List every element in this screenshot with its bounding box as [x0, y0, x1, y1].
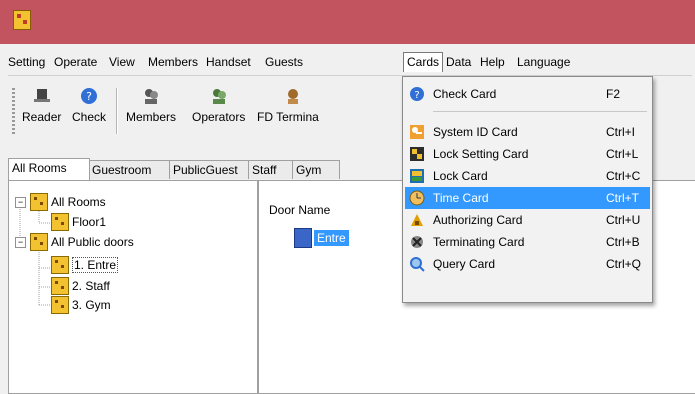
tab-guestroom[interactable]: Guestroom	[88, 160, 173, 179]
tree-node-all-rooms[interactable]: − All Rooms	[15, 193, 106, 211]
menu-item-shortcut: F2	[606, 87, 621, 101]
key-icon	[410, 125, 424, 139]
room-tree: − All Rooms Floor1 − All Public doors 1.…	[8, 180, 258, 394]
tree-node-label: Floor1	[72, 215, 107, 229]
menu-operate[interactable]: Operate	[54, 55, 97, 69]
menu-members[interactable]: Members	[148, 55, 198, 69]
menu-item-query-card[interactable]: Query Card Ctrl+Q	[405, 253, 650, 275]
menu-bar: Setting Operate View Members Handset Gue…	[8, 52, 692, 72]
menu-item-authorizing-card[interactable]: Authorizing Card Ctrl+U	[405, 209, 650, 231]
menu-item-check-card[interactable]: ? Check Card F2	[405, 83, 650, 105]
check-label: Check	[72, 110, 107, 124]
clock-icon	[409, 190, 425, 206]
menu-cards[interactable]: Cards	[403, 52, 444, 72]
tree-node-label: 1. Entre	[72, 257, 119, 273]
menu-item-system-id-card[interactable]: System ID Card Ctrl+I	[405, 121, 650, 143]
fd-terminal-button[interactable]: FD Termina	[257, 86, 402, 124]
query-icon	[410, 257, 425, 272]
menu-data[interactable]: Data	[446, 55, 471, 69]
tree-node-staff[interactable]: 2. Staff	[51, 277, 110, 295]
tree-node-all-public-doors[interactable]: − All Public doors	[15, 233, 134, 251]
tree-node-label: All Public doors	[51, 235, 134, 249]
menu-item-shortcut: Ctrl+C	[606, 169, 641, 183]
question-icon: ?	[410, 87, 424, 101]
check-button[interactable]: ? Check	[72, 86, 106, 124]
menu-handset[interactable]: Handset	[206, 55, 251, 69]
door-item[interactable]: Entre	[294, 228, 349, 248]
lock-setting-icon	[410, 147, 424, 161]
operators-icon	[212, 89, 226, 104]
menu-item-lock-card[interactable]: Lock Card Ctrl+C	[405, 165, 650, 187]
door-icon	[51, 296, 69, 314]
tab-all-rooms[interactable]: All Rooms	[8, 158, 90, 180]
tree-node-gym[interactable]: 3. Gym	[51, 296, 111, 314]
tree-node-entre[interactable]: 1. Entre	[51, 256, 119, 274]
lock-card-icon	[410, 169, 424, 183]
terminate-icon	[411, 236, 423, 248]
fd-terminal-icon	[288, 89, 298, 104]
menu-item-terminating-card[interactable]: Terminating Card Ctrl+B	[405, 231, 650, 253]
reader-button[interactable]: Reader	[22, 86, 61, 124]
menu-language[interactable]: Language	[517, 55, 570, 69]
door-item-label: Entre	[314, 230, 349, 246]
toolbar-separator	[116, 88, 118, 134]
authorize-icon	[411, 214, 423, 226]
cards-menu-dropdown: ? Check Card F2 System ID Card Ctrl+I Lo…	[402, 76, 653, 303]
menu-setting[interactable]: Setting	[8, 55, 45, 69]
collapse-icon[interactable]: −	[15, 236, 26, 248]
building-icon	[30, 233, 48, 251]
operators-button[interactable]: Operators	[192, 86, 245, 124]
tree-node-label: All Rooms	[51, 195, 106, 209]
operators-label: Operators	[192, 110, 246, 124]
menu-item-label: Query Card	[433, 257, 496, 271]
tree-node-floor1[interactable]: Floor1	[51, 213, 106, 231]
menu-item-shortcut: Ctrl+U	[606, 213, 641, 227]
menu-item-label: Terminating Card	[433, 235, 525, 249]
menu-item-time-card[interactable]: Time Card Ctrl+T	[405, 187, 650, 209]
tab-gym[interactable]: Gym	[292, 160, 340, 179]
menu-item-label: Time Card	[433, 191, 489, 205]
menu-item-label: Lock Card	[433, 169, 488, 183]
menu-item-lock-setting-card[interactable]: Lock Setting Card Ctrl+L	[405, 143, 650, 165]
menu-item-shortcut: Ctrl+L	[606, 147, 639, 161]
toolbar-grip[interactable]	[12, 88, 15, 134]
menu-item-label: System ID Card	[433, 125, 518, 139]
members-label: Members	[126, 110, 177, 124]
door-icon	[51, 277, 69, 295]
app-icon	[13, 10, 31, 30]
door-icon	[51, 256, 69, 274]
building-icon	[30, 193, 48, 211]
svg-text:?: ?	[86, 90, 92, 103]
members-button[interactable]: Members	[126, 86, 176, 124]
door-icon	[294, 228, 312, 248]
reader-label: Reader	[22, 110, 62, 124]
menu-item-label: Check Card	[433, 87, 497, 101]
menu-item-shortcut: Ctrl+I	[606, 125, 636, 139]
tab-publicguest[interactable]: PublicGuest	[169, 160, 252, 179]
title-bar	[0, 0, 695, 44]
reader-icon	[33, 89, 50, 102]
column-header-door-name[interactable]: Door Name	[269, 203, 330, 217]
check-icon: ?	[81, 88, 97, 104]
menu-item-shortcut: Ctrl+T	[606, 191, 639, 205]
menu-item-label: Authorizing Card	[433, 213, 523, 227]
menu-item-shortcut: Ctrl+B	[606, 235, 640, 249]
svg-text:?: ?	[414, 90, 419, 101]
tab-staff[interactable]: Staff	[248, 160, 296, 179]
menu-view[interactable]: View	[109, 55, 135, 69]
tree-node-label: 3. Gym	[72, 298, 111, 312]
menu-guests[interactable]: Guests	[265, 55, 303, 69]
members-icon	[145, 89, 158, 104]
door-icon	[51, 213, 69, 231]
menu-item-shortcut: Ctrl+Q	[606, 257, 642, 271]
menu-separator	[433, 111, 647, 112]
collapse-icon[interactable]: −	[15, 196, 26, 208]
fd-terminal-label: FD Termina	[257, 110, 319, 124]
menu-help[interactable]: Help	[480, 55, 505, 69]
tree-node-label: 2. Staff	[72, 279, 110, 293]
menu-item-label: Lock Setting Card	[433, 147, 529, 161]
